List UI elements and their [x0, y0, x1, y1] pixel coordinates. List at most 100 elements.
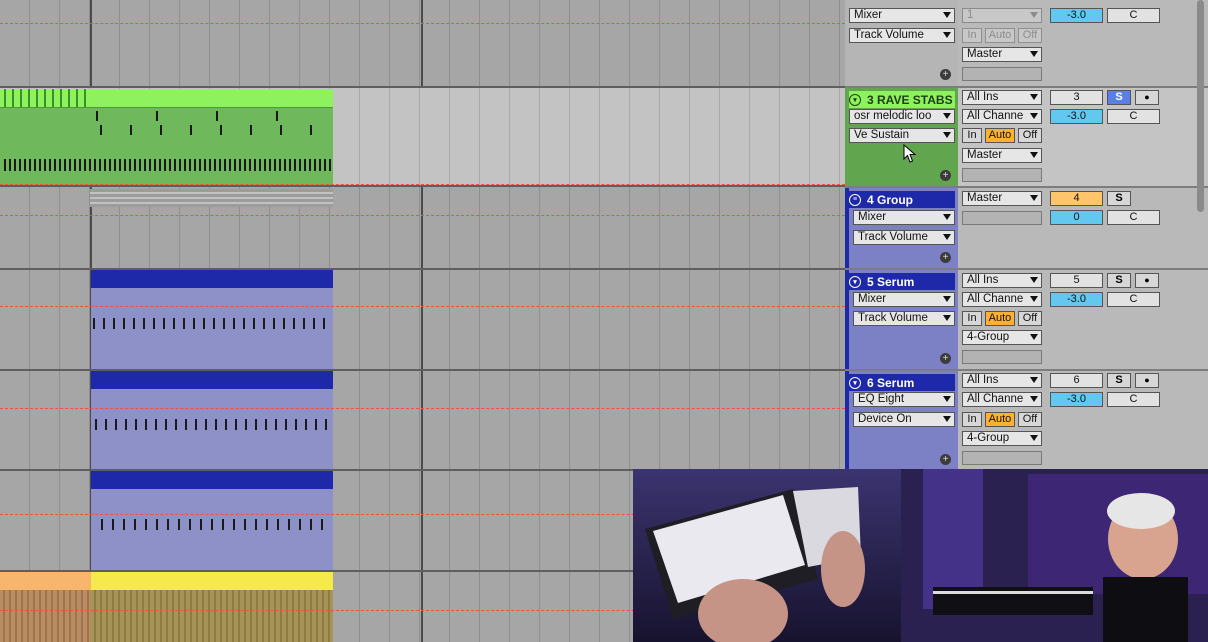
track-header-group[interactable]: ≡ 4 Group Mixer Track Volume + Master 4 S…	[845, 188, 1208, 270]
track-pan[interactable]: C	[1107, 109, 1160, 124]
monitor-auto-button[interactable]: Auto	[985, 311, 1015, 326]
monitor-off-button[interactable]: Off	[1018, 128, 1042, 143]
track-name[interactable]: ▾ 6 Serum	[849, 374, 955, 391]
fold-chevron-icon[interactable]: ▾	[849, 376, 861, 389]
monitor-off-button[interactable]: Off	[1018, 412, 1042, 427]
track-name[interactable]: ▾ 3 RAVE STABS	[849, 91, 955, 108]
monitor-auto-button[interactable]: Auto	[985, 28, 1015, 43]
track-volume[interactable]: -3.0	[1050, 392, 1103, 407]
monitor-off-button[interactable]: Off	[1018, 311, 1042, 326]
track-header-serum-6[interactable]: ▾ 6 Serum EQ Eight Device On + All Ins Al…	[845, 371, 1208, 471]
track-name[interactable]: ≡ 4 Group	[849, 191, 955, 208]
track-pan[interactable]: C	[1107, 292, 1160, 307]
track-number[interactable]: 4	[1050, 191, 1103, 206]
device-chooser[interactable]: EQ Eight	[853, 392, 955, 407]
track-number[interactable]: 3	[1050, 90, 1103, 105]
clip-header[interactable]	[91, 371, 333, 389]
track-number[interactable]: 5	[1050, 273, 1103, 288]
record-arm-button[interactable]: ●	[1135, 90, 1159, 105]
track-header-rave-stabs[interactable]: ▾ 3 RAVE STABS osr melodic loo Ve Sustain…	[845, 88, 1208, 188]
fold-chevron-icon[interactable]: ▾	[849, 93, 861, 106]
track-volume[interactable]: 0	[1050, 210, 1103, 225]
input-channel-chooser[interactable]: 1	[962, 8, 1042, 23]
record-arm-button[interactable]: ●	[1135, 273, 1159, 288]
parameter-chooser[interactable]: Track Volume	[853, 311, 955, 326]
output-channel-chooser[interactable]	[962, 350, 1042, 364]
add-lane-icon[interactable]: +	[940, 353, 951, 364]
automation-line[interactable]	[0, 23, 845, 24]
record-arm-button[interactable]: ●	[1135, 373, 1159, 388]
track-volume[interactable]: -3.0	[1050, 8, 1103, 23]
output-channel-chooser[interactable]	[962, 67, 1042, 81]
output-chooser[interactable]: Master	[962, 148, 1042, 163]
track-header-serum-5[interactable]: ▾ 5 Serum Mixer Track Volume + All Ins Al…	[845, 270, 1208, 371]
monitor-auto-button[interactable]: Auto	[985, 128, 1015, 143]
automation-line[interactable]	[0, 215, 845, 216]
clip-header[interactable]	[0, 572, 91, 590]
device-chooser[interactable]: Mixer	[853, 292, 955, 307]
track-number[interactable]: 6	[1050, 373, 1103, 388]
device-chooser[interactable]: osr melodic loo	[849, 109, 955, 124]
input-type-chooser[interactable]: All Ins	[962, 273, 1042, 288]
track-lane-automation[interactable]	[0, 0, 845, 88]
automation-line[interactable]	[0, 306, 845, 307]
clip-header[interactable]	[91, 572, 333, 590]
monitor-in-button[interactable]: In	[962, 128, 982, 143]
track-pan[interactable]: C	[1107, 8, 1160, 23]
midi-clip-serum-6[interactable]	[91, 371, 333, 469]
monitor-in-button[interactable]: In	[962, 412, 982, 427]
group-clip-summary[interactable]	[90, 189, 333, 207]
output-channel-chooser[interactable]	[962, 451, 1042, 465]
add-lane-icon[interactable]: +	[940, 170, 951, 181]
solo-button[interactable]: S	[1107, 273, 1131, 288]
automation-line[interactable]	[0, 408, 845, 409]
input-type-chooser[interactable]: All Ins	[962, 90, 1042, 105]
audio-clip-orange[interactable]	[0, 572, 91, 642]
add-lane-icon[interactable]: +	[940, 454, 951, 465]
solo-button[interactable]: S	[1107, 373, 1131, 388]
add-lane-icon[interactable]: +	[940, 252, 951, 263]
output-channel-chooser[interactable]	[962, 168, 1042, 182]
device-chooser[interactable]: Mixer	[853, 210, 955, 225]
monitor-auto-button[interactable]: Auto	[985, 412, 1015, 427]
output-channel-chooser[interactable]	[962, 211, 1042, 225]
solo-button[interactable]: S	[1107, 90, 1131, 105]
midi-clip-track-7[interactable]	[91, 471, 333, 570]
output-chooser[interactable]: Master	[962, 191, 1042, 206]
clip-header[interactable]	[91, 270, 333, 288]
automation-line[interactable]	[0, 184, 845, 185]
output-chooser[interactable]: 4-Group	[962, 431, 1042, 446]
output-chooser[interactable]: 4-Group	[962, 330, 1042, 345]
midi-note	[328, 590, 330, 642]
midi-note	[113, 318, 115, 329]
parameter-chooser[interactable]: Device On	[853, 412, 955, 427]
vertical-scrollbar[interactable]	[1197, 0, 1204, 212]
input-channel-chooser[interactable]: All Channe	[962, 392, 1042, 407]
parameter-chooser[interactable]: Ve Sustain	[849, 128, 955, 143]
midi-clip-serum-5[interactable]	[91, 270, 333, 369]
parameter-chooser[interactable]: Track Volume	[853, 230, 955, 245]
monitor-in-button[interactable]: In	[962, 311, 982, 326]
input-channel-chooser[interactable]: All Channe	[962, 109, 1042, 124]
output-chooser[interactable]: Master	[962, 47, 1042, 62]
track-volume[interactable]: -3.0	[1050, 109, 1103, 124]
fold-chevron-icon[interactable]: ▾	[849, 275, 861, 288]
monitor-off-button[interactable]: Off	[1018, 28, 1042, 43]
group-fold-icon[interactable]: ≡	[849, 193, 861, 206]
clip-header[interactable]	[91, 471, 333, 489]
track-name[interactable]: ▾ 5 Serum	[849, 273, 955, 290]
track-volume[interactable]: -3.0	[1050, 292, 1103, 307]
track-pan[interactable]: C	[1107, 392, 1160, 407]
clip-header[interactable]	[0, 89, 333, 108]
audio-clip-yellow[interactable]	[91, 572, 333, 642]
solo-button[interactable]: S	[1107, 191, 1131, 206]
input-type-chooser[interactable]: All Ins	[962, 373, 1042, 388]
monitor-in-button[interactable]: In	[962, 28, 982, 43]
midi-clip-rave-stabs[interactable]	[0, 89, 333, 185]
device-chooser[interactable]: Mixer	[849, 8, 955, 23]
add-lane-icon[interactable]: +	[940, 69, 951, 80]
input-channel-chooser[interactable]: All Channe	[962, 292, 1042, 307]
track-pan[interactable]: C	[1107, 210, 1160, 225]
midi-note	[216, 111, 218, 121]
parameter-chooser[interactable]: Track Volume	[849, 28, 955, 43]
